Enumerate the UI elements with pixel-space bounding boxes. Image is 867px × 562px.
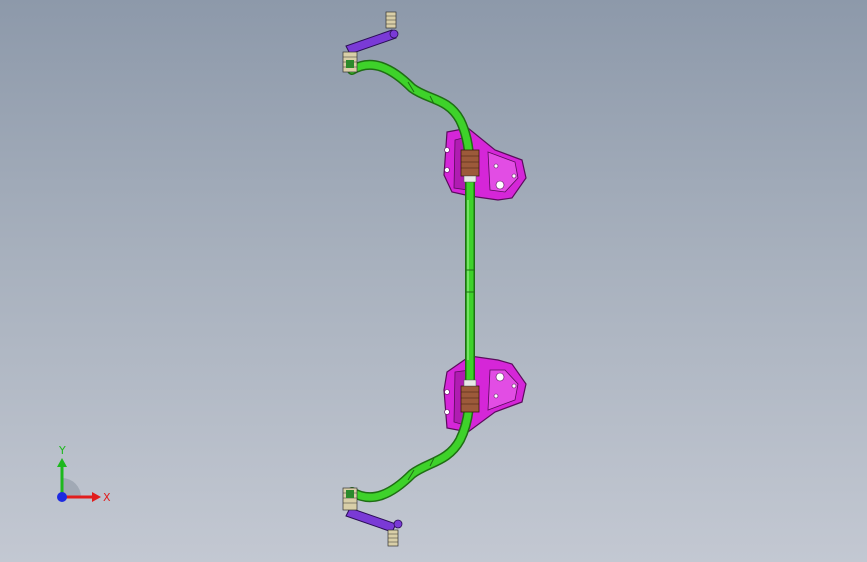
graphics-viewport[interactable]: Y X: [0, 0, 867, 562]
z-axis-origin-icon: [57, 492, 67, 502]
model-scene[interactable]: [0, 0, 867, 562]
y-axis-label: Y: [58, 444, 66, 457]
upper-mounting-bracket[interactable]: [443, 127, 527, 201]
coordinate-triad: Y X: [57, 444, 111, 504]
x-axis-label: X: [103, 491, 111, 504]
lower-mounting-bracket[interactable]: [443, 355, 527, 433]
